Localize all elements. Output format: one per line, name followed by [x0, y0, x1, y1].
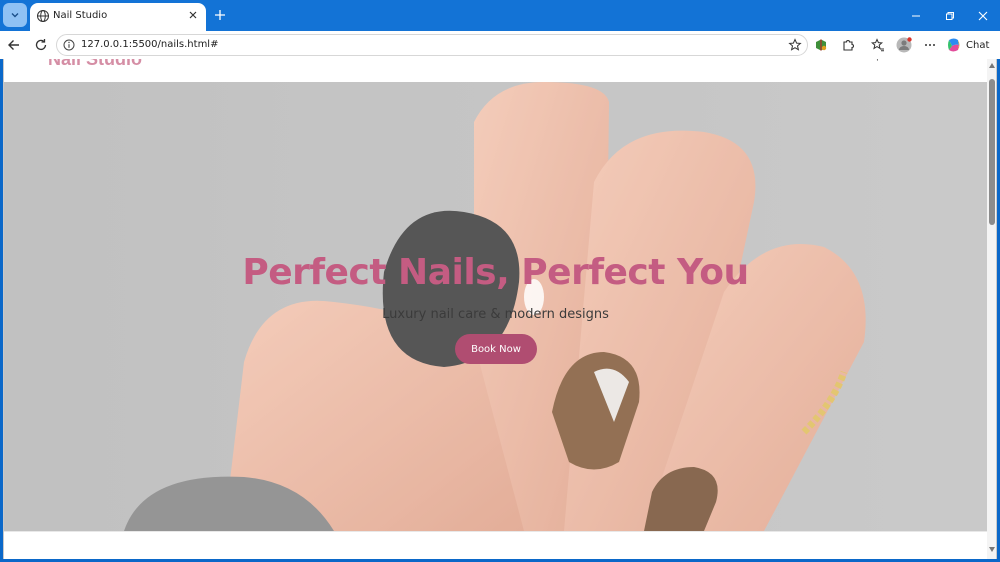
- favorites-icon: [871, 38, 884, 52]
- more-icon: [925, 44, 935, 46]
- hero-section: Perfect Nails, Perfect You Luxury nail c…: [4, 82, 987, 531]
- avatar-icon: [896, 37, 912, 53]
- minimize-icon: [912, 15, 920, 17]
- tab-close-button[interactable]: [186, 8, 200, 22]
- reload-icon: [35, 39, 47, 51]
- address-bar[interactable]: 127.0.0.1:5500/nails.html#: [56, 34, 808, 56]
- url-text: 127.0.0.1:5500/nails.html#: [81, 39, 219, 50]
- hero-subtitle: Luxury nail care & modern designs: [382, 307, 609, 322]
- book-now-button[interactable]: Book Now: [455, 334, 537, 364]
- hero-title: Perfect Nails, Perfect You: [242, 252, 749, 293]
- new-tab-button[interactable]: [212, 7, 228, 23]
- profile-button[interactable]: [896, 37, 912, 53]
- info-icon[interactable]: [63, 39, 75, 51]
- copilot-chat-button[interactable]: Chat: [946, 35, 994, 55]
- favorites-button[interactable]: [870, 37, 886, 53]
- site-header: Nail Studio ': [4, 59, 987, 82]
- reload-button[interactable]: [33, 37, 49, 53]
- scroll-up-arrow-icon[interactable]: [989, 63, 995, 68]
- restore-icon: [946, 12, 954, 20]
- extensions-button[interactable]: [840, 37, 856, 53]
- page-viewport: Nail Studio ' Perfect Nails, Perfect You…: [3, 59, 997, 559]
- more-button[interactable]: [922, 37, 938, 53]
- tab-title: Nail Studio: [53, 10, 108, 21]
- tab-actions-button[interactable]: [3, 3, 27, 27]
- globe-icon: [37, 10, 49, 22]
- close-icon: [189, 11, 197, 19]
- back-arrow-icon: [8, 40, 19, 50]
- minimize-button[interactable]: [908, 8, 924, 24]
- tab-bar: Nail Studio: [0, 0, 1000, 31]
- extension-button[interactable]: [813, 37, 829, 53]
- browser-tab[interactable]: Nail Studio: [30, 3, 206, 31]
- close-window-button[interactable]: [975, 8, 991, 24]
- page-scrollbar[interactable]: [987, 59, 996, 559]
- browser-toolbar: 127.0.0.1:5500/nails.html# Chat: [0, 31, 1000, 59]
- scrollbar-thumb[interactable]: [989, 79, 995, 225]
- chevron-down-icon: [11, 13, 19, 18]
- copilot-icon: [948, 38, 960, 52]
- next-section: [4, 531, 987, 559]
- star-icon[interactable]: [788, 38, 802, 52]
- close-icon: [978, 11, 988, 21]
- chat-label: Chat: [966, 39, 990, 51]
- nav-fragment[interactable]: ': [876, 59, 879, 68]
- restore-button[interactable]: [942, 8, 958, 24]
- back-button[interactable]: [6, 37, 22, 53]
- puzzle-icon: [843, 40, 854, 51]
- scroll-down-arrow-icon[interactable]: [989, 547, 995, 552]
- extension-icon: [816, 39, 827, 51]
- site-logo[interactable]: Nail Studio: [48, 59, 142, 70]
- plus-icon: [215, 10, 225, 20]
